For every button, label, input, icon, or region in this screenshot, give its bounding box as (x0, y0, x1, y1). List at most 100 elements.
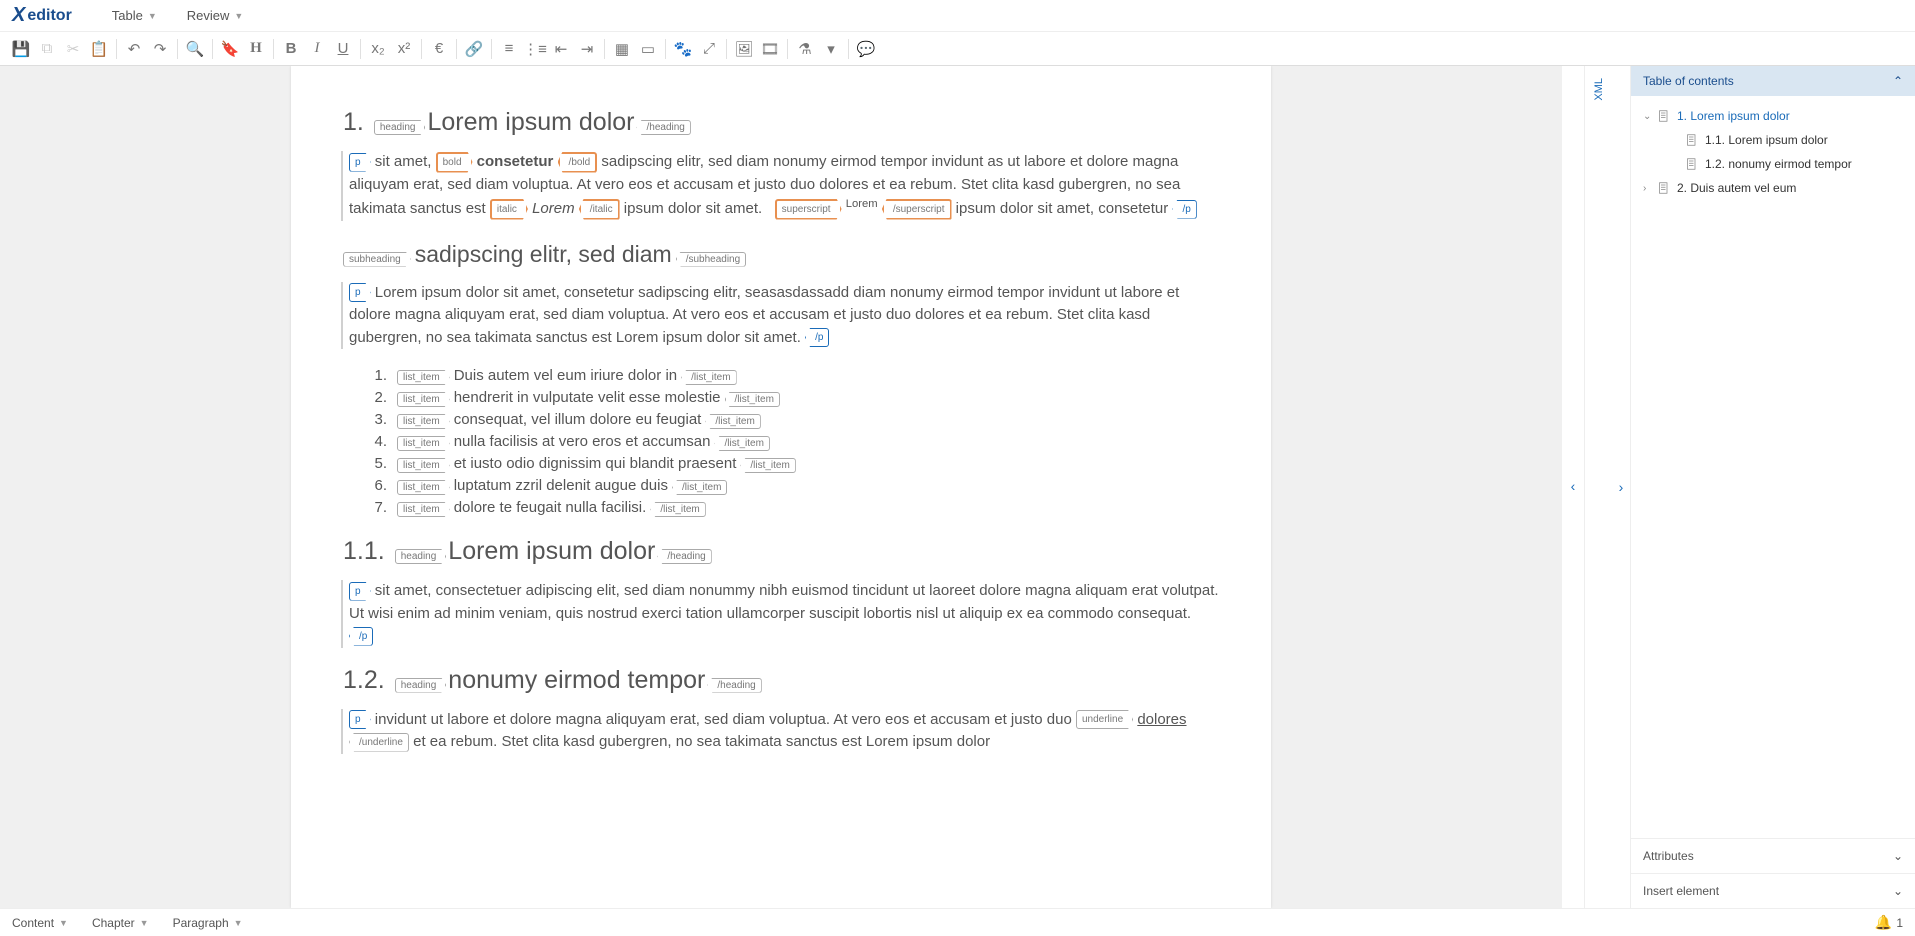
search-button[interactable]: 🔍 (182, 36, 208, 62)
list-item[interactable]: 4.list_itemnulla facilisis at vero eros … (363, 433, 1219, 451)
bell-icon[interactable]: 🔔 (1875, 914, 1892, 931)
tag-list-item-open[interactable]: list_item (397, 480, 450, 495)
toc-item[interactable]: ›2. Duis autem vel eum (1635, 176, 1911, 200)
tag-p-open[interactable]: p (349, 153, 371, 172)
list-item[interactable]: 6.list_itemluptatum zzril delenit augue … (363, 477, 1219, 495)
heading-text[interactable]: nonumy eirmod tempor (448, 666, 705, 695)
tag-p-open[interactable]: p (349, 710, 371, 729)
tag-subheading-close[interactable]: /subheading (676, 252, 747, 267)
euro-button[interactable]: € (426, 36, 452, 62)
tag-list-item-close[interactable]: /list_item (681, 370, 736, 385)
tag-superscript-close[interactable]: /superscript (882, 199, 952, 220)
chevron-right-icon[interactable]: › (1615, 475, 1628, 499)
tag-list-item-close[interactable]: /list_item (725, 392, 780, 407)
list-item[interactable]: 2.list_itemhendrerit in vulputate velit … (363, 389, 1219, 407)
tag-list-item-close[interactable]: /list_item (714, 436, 769, 451)
tag-bold-close[interactable]: /bold (558, 152, 598, 173)
flask-button[interactable]: ⚗ (792, 36, 818, 62)
outdent-button[interactable]: ⇥ (574, 36, 600, 62)
tag-list-item-close[interactable]: /list_item (705, 414, 760, 429)
tag-superscript-open[interactable]: superscript (775, 199, 842, 220)
underline-button[interactable]: U (330, 36, 356, 62)
tag-bold-open[interactable]: bold (436, 152, 473, 173)
editor-area[interactable]: 1. heading Lorem ipsum dolor /heading p … (0, 66, 1562, 908)
heading-text[interactable]: Lorem ipsum dolor (448, 537, 655, 566)
rect-button[interactable]: ▭ (635, 36, 661, 62)
video-button[interactable]: 🎞 (757, 36, 783, 62)
tag-heading-close[interactable]: /heading (636, 120, 690, 135)
toc-item[interactable]: 1.1. Lorem ipsum dolor (1635, 128, 1911, 152)
copy-button[interactable]: ⧉ (34, 36, 60, 62)
xml-tab[interactable]: XML (1584, 66, 1612, 908)
tag-list-item-open[interactable]: list_item (397, 392, 450, 407)
italic-button[interactable]: I (304, 36, 330, 62)
tag-list-item-open[interactable]: list_item (397, 502, 450, 517)
paragraph[interactable]: p sit amet, consectetuer adipiscing elit… (341, 580, 1219, 648)
tag-list-item-open[interactable]: list_item (397, 414, 450, 429)
tag-list-item-close[interactable]: /list_item (740, 458, 795, 473)
paragraph[interactable]: p Lorem ipsum dolor sit amet, consetetur… (341, 282, 1219, 350)
tag-p-close[interactable]: /p (805, 328, 829, 347)
bookmark-button[interactable]: 🔖 (217, 36, 243, 62)
list-item[interactable]: 1.list_itemDuis autem vel eum iriure dol… (363, 367, 1219, 385)
tag-underline-close[interactable]: /underline (349, 733, 409, 752)
heading-text[interactable]: Lorem ipsum dolor (427, 108, 634, 137)
redo-button[interactable]: ↷ (147, 36, 173, 62)
undo-button[interactable]: ↶ (121, 36, 147, 62)
list-item[interactable]: 7.list_itemdolore te feugait nulla facil… (363, 499, 1219, 517)
comment-button[interactable]: 💬 (853, 36, 879, 62)
menu-table[interactable]: Table▼ (112, 8, 157, 23)
ordered-list[interactable]: 1.list_itemDuis autem vel eum iriure dol… (363, 367, 1219, 517)
expand-button[interactable]: ⤢ (696, 36, 722, 62)
tag-heading-close[interactable]: /heading (707, 678, 761, 693)
toc-panel-header[interactable]: Table of contents ⌃ (1631, 66, 1915, 96)
save-button[interactable]: 💾 (8, 36, 34, 62)
tag-p-close[interactable]: /p (349, 627, 373, 646)
breadcrumb-chapter[interactable]: Chapter▼ (92, 916, 149, 930)
caret-button[interactable]: ▾ (818, 36, 844, 62)
tag-list-item-open[interactable]: list_item (397, 370, 450, 385)
tag-italic-close[interactable]: /italic (579, 199, 620, 220)
subheading-text[interactable]: sadipscing elitr, sed diam (415, 241, 672, 268)
tag-subheading-open[interactable]: subheading (343, 252, 411, 267)
superscript-button[interactable]: x² (391, 36, 417, 62)
paw-button[interactable]: 🐾 (670, 36, 696, 62)
tag-list-item-open[interactable]: list_item (397, 436, 450, 451)
tag-underline-open[interactable]: underline (1076, 710, 1133, 729)
chevron-down-icon[interactable]: ⌄ (1643, 111, 1657, 122)
paste-button[interactable]: 📋 (86, 36, 112, 62)
tag-list-item-close[interactable]: /list_item (672, 480, 727, 495)
ul-button[interactable]: ⋮≡ (522, 36, 548, 62)
cut-button[interactable]: ✂ (60, 36, 86, 62)
tag-p-open[interactable]: p (349, 582, 371, 601)
menu-review[interactable]: Review▼ (187, 8, 244, 23)
tag-heading-open[interactable]: heading (395, 678, 447, 693)
subscript-button[interactable]: x₂ (365, 36, 391, 62)
document-page[interactable]: 1. heading Lorem ipsum dolor /heading p … (291, 66, 1271, 908)
table-button[interactable]: ▦ (609, 36, 635, 62)
tag-p-open[interactable]: p (349, 283, 371, 302)
toc-item[interactable]: 1.2. nonumy eirmod tempor (1635, 152, 1911, 176)
paragraph[interactable]: p invidunt ut labore et dolore magna ali… (341, 709, 1219, 754)
chevron-right-icon[interactable]: › (1643, 183, 1657, 194)
heading-button[interactable]: H (243, 36, 269, 62)
tag-italic-open[interactable]: italic (490, 199, 528, 220)
tag-heading-open[interactable]: heading (395, 549, 447, 564)
link-button[interactable]: 🔗 (461, 36, 487, 62)
chevron-left-icon[interactable]: ‹ (1567, 474, 1580, 498)
attributes-panel-header[interactable]: Attributes ⌄ (1631, 838, 1915, 873)
list-item[interactable]: 3.list_itemconsequat, vel illum dolore e… (363, 411, 1219, 429)
toc-item[interactable]: ⌄1. Lorem ipsum dolor (1635, 104, 1911, 128)
ol-button[interactable]: ≡ (496, 36, 522, 62)
breadcrumb-content[interactable]: Content▼ (12, 916, 68, 930)
list-item[interactable]: 5.list_itemet iusto odio dignissim qui b… (363, 455, 1219, 473)
tag-heading-close[interactable]: /heading (657, 549, 711, 564)
indent-button[interactable]: ⇤ (548, 36, 574, 62)
breadcrumb-paragraph[interactable]: Paragraph▼ (173, 916, 243, 930)
image-button[interactable]: 🖼 (731, 36, 757, 62)
tag-p-close[interactable]: /p (1172, 200, 1196, 219)
insert-element-panel-header[interactable]: Insert element ⌄ (1631, 873, 1915, 908)
tag-list-item-open[interactable]: list_item (397, 458, 450, 473)
tag-heading-open[interactable]: heading (374, 120, 426, 135)
paragraph[interactable]: p sit amet, bold consetetur /bold sadips… (341, 151, 1219, 221)
